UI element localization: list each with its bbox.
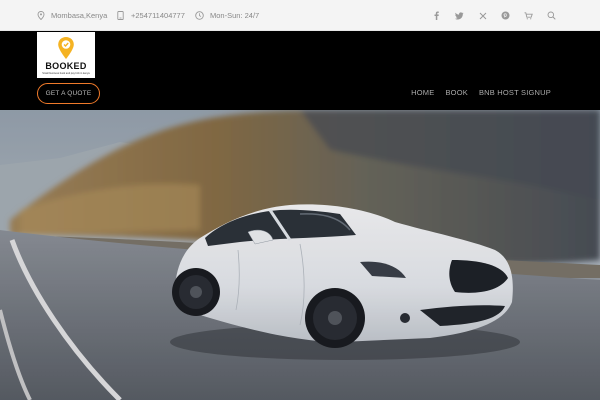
location-text: Mombasa,Kenya <box>51 11 108 20</box>
logo-tagline: Small business book and pay bnb in kenya <box>42 72 90 75</box>
location-info: Mombasa,Kenya <box>36 0 107 31</box>
nav-item-home[interactable]: HOME <box>411 88 434 97</box>
search-icon[interactable] <box>547 11 556 20</box>
twitter-icon[interactable] <box>455 11 464 20</box>
pinterest-icon[interactable] <box>501 11 510 20</box>
top-info-bar: Mombasa,Kenya +254711404777 Mon-Sun: 24/… <box>0 0 600 31</box>
x-icon[interactable] <box>478 11 487 20</box>
location-pin-icon <box>36 11 45 20</box>
social-links <box>432 0 556 31</box>
clock-icon <box>195 11 204 20</box>
logo-brand-text: BOOKED <box>45 61 87 71</box>
site-header: BOOKED Small business book and pay bnb i… <box>0 31 600 110</box>
get-quote-button[interactable]: GET A QUOTE <box>37 83 100 104</box>
facebook-icon[interactable] <box>432 11 441 20</box>
phone-text[interactable]: +254711404777 <box>131 11 185 20</box>
phone-info[interactable]: +254711404777 <box>116 0 185 31</box>
hero-banner <box>0 110 600 400</box>
phone-icon <box>116 11 125 20</box>
main-nav: HOME BOOK BNB HOST SIGNUP <box>411 88 551 97</box>
logo-pin-icon <box>58 37 74 59</box>
site-logo[interactable]: BOOKED Small business book and pay bnb i… <box>37 32 95 78</box>
nav-item-book[interactable]: BOOK <box>445 88 467 97</box>
hours-text: Mon-Sun: 24/7 <box>210 11 260 20</box>
hero-car-image <box>0 110 600 400</box>
cart-icon[interactable] <box>524 11 533 20</box>
hours-info: Mon-Sun: 24/7 <box>195 0 259 31</box>
nav-item-bnb-host-signup[interactable]: BNB HOST SIGNUP <box>479 88 551 97</box>
